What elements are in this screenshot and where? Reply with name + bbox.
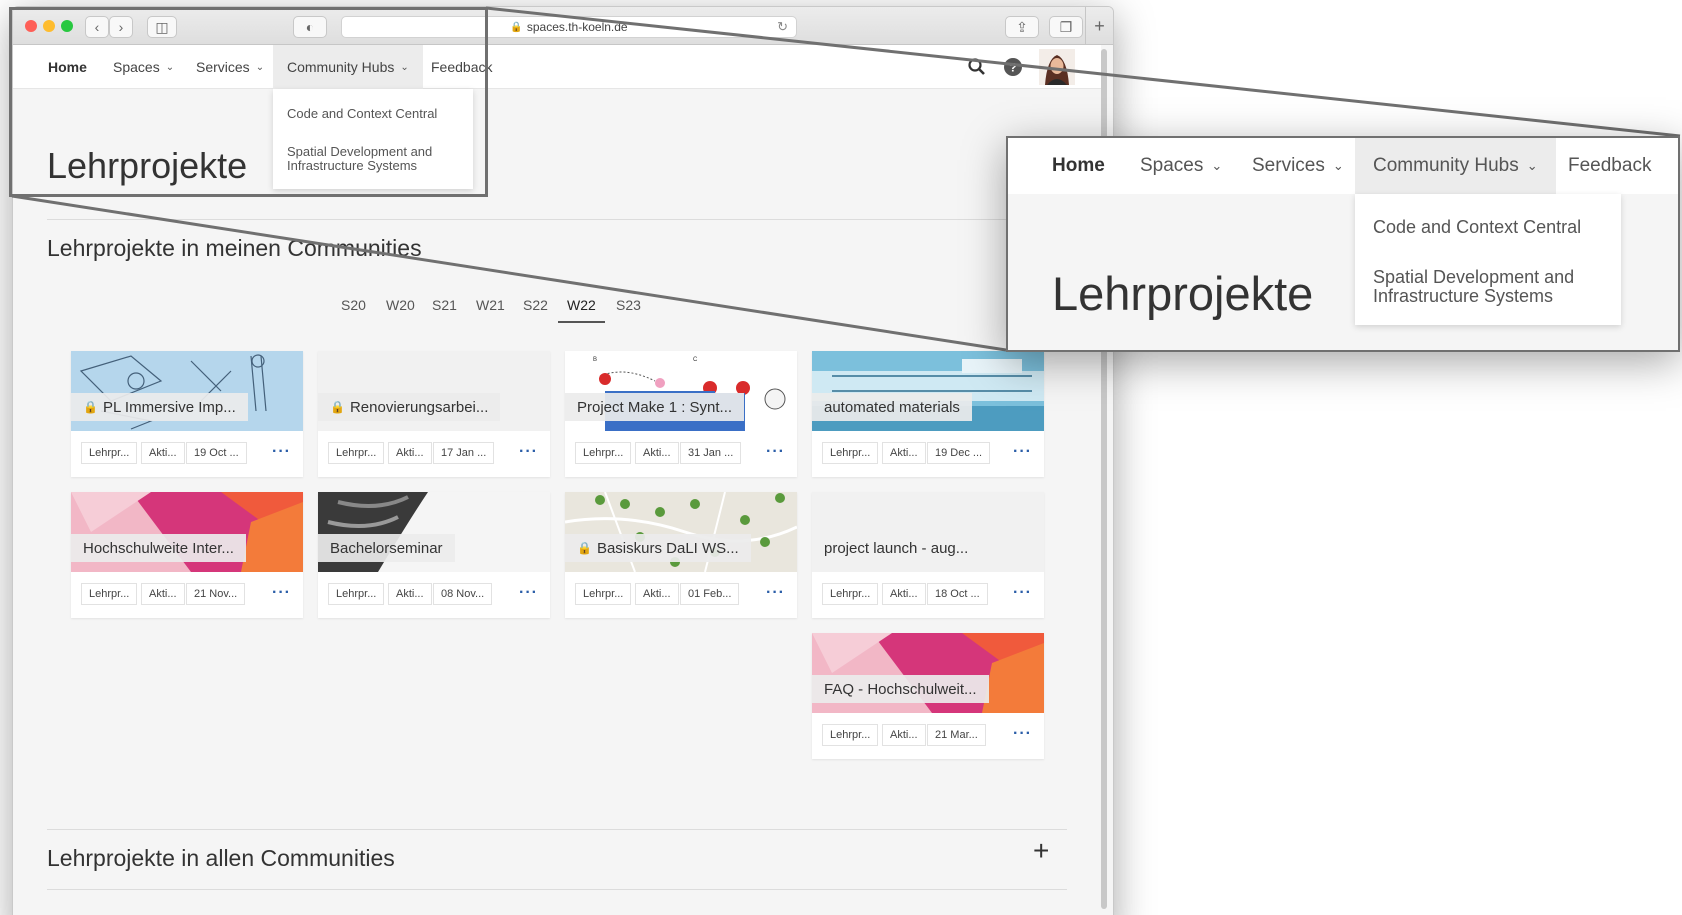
zoom-community-hubs-dropdown: Code and Context Central Spatial Develop… <box>1355 194 1621 325</box>
zoom-panel: Home Spaces ⌄ Services ⌄ Community Hubs ⌄ F… <box>1006 136 1680 352</box>
zoom-nav-services[interactable]: Services ⌄ <box>1252 138 1344 194</box>
zoom-dropdown-spatial-line1: Spatial Development and <box>1373 267 1575 287</box>
zoom-page-title: Lehrprojekte <box>1052 267 1314 320</box>
zoom-dropdown-spatial-line2: Infrastructure Systems <box>1373 286 1554 306</box>
zoom-nav-spaces[interactable]: Spaces ⌄ <box>1140 138 1222 194</box>
zoom-dropdown-item-spatial-development[interactable]: Spatial Development and Infrastructure S… <box>1373 268 1574 306</box>
zoom-navigation: Home Spaces ⌄ Services ⌄ Community Hubs ⌄ F… <box>1008 138 1678 194</box>
screenshot-stage: ‹ › ◫ ◐ 🔒 spaces.th-koeln.de ↻ ⇪ ❐ + Hom… <box>0 0 1682 915</box>
zoom-nav-spaces-label: Spaces <box>1140 155 1204 176</box>
chevron-down-icon: ⌄ <box>1211 158 1223 173</box>
chevron-down-icon: ⌄ <box>1526 158 1538 173</box>
zoom-nav-services-label: Services <box>1252 155 1325 176</box>
zoom-nav-community-hubs[interactable]: Community Hubs ⌄ <box>1355 138 1556 194</box>
zoom-dropdown-item-code-and-context[interactable]: Code and Context Central <box>1373 218 1581 237</box>
zoom-nav-home[interactable]: Home <box>1052 138 1105 194</box>
zoom-nav-community-hubs-label: Community Hubs <box>1373 155 1519 176</box>
zoom-nav-feedback[interactable]: Feedback <box>1568 138 1651 194</box>
chevron-down-icon: ⌄ <box>1332 158 1344 173</box>
